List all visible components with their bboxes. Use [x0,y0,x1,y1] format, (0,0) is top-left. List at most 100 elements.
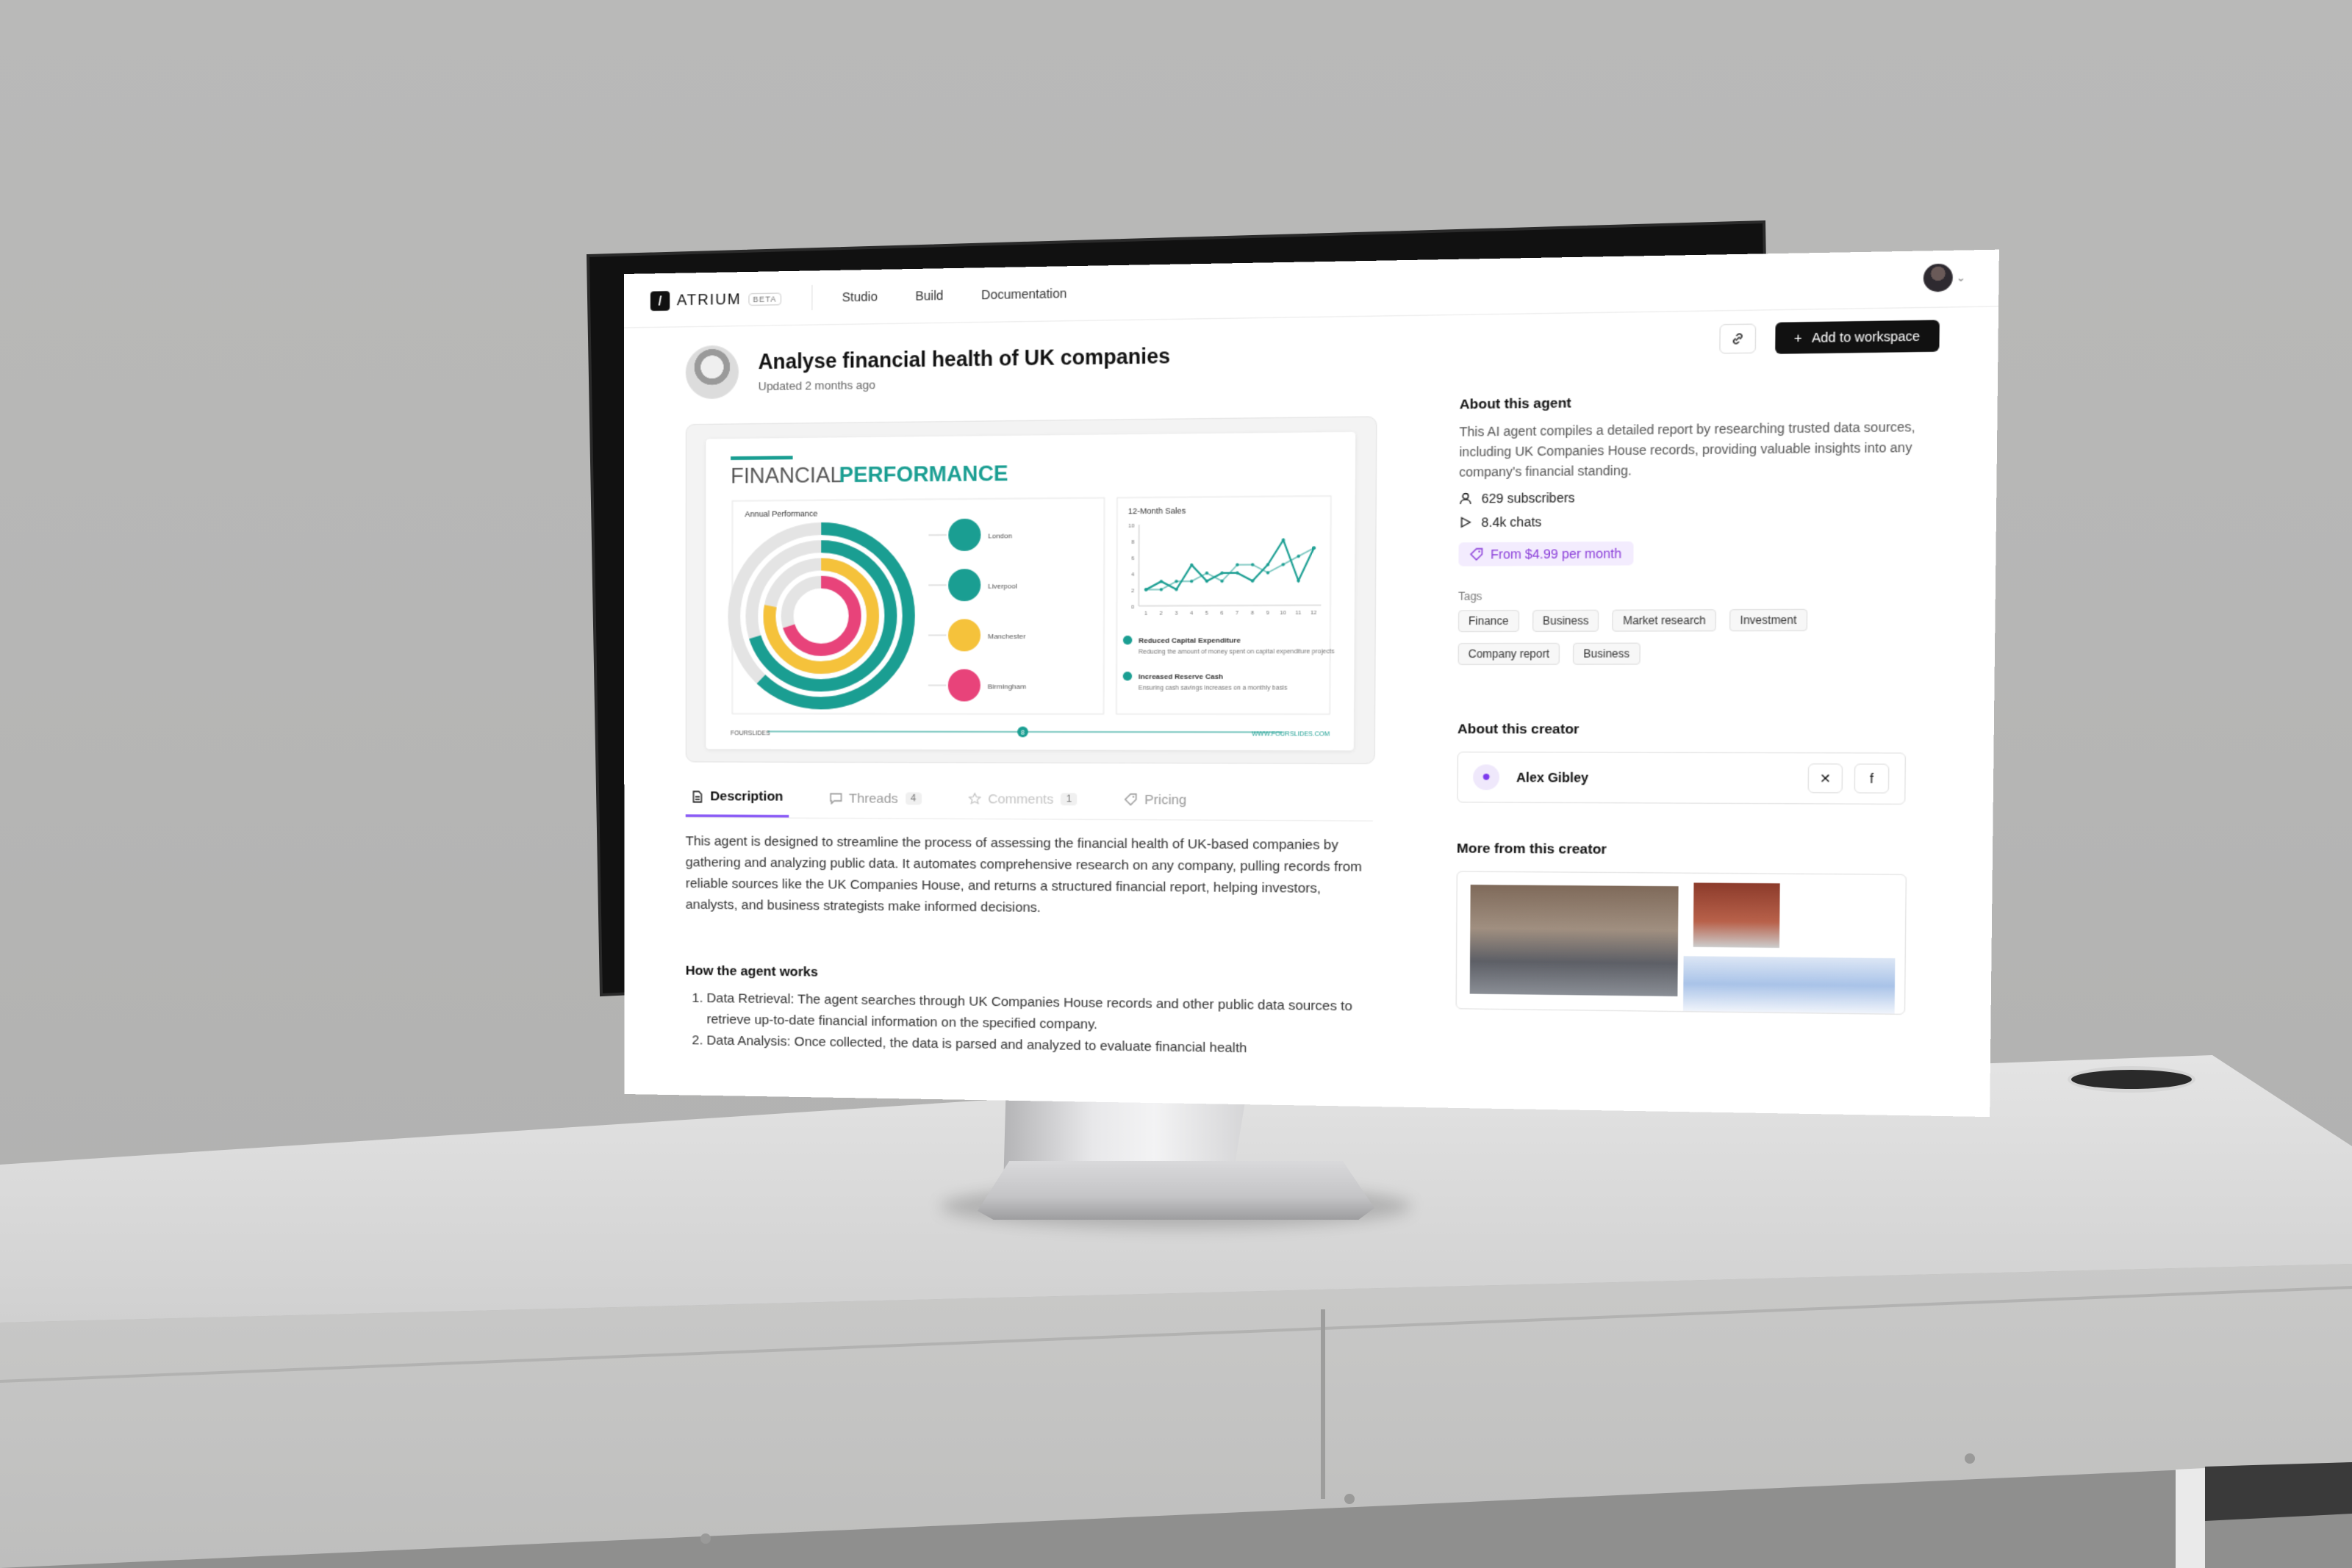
x-tick: 3 [1175,610,1177,616]
agent-page: Analyse financial health of UK companies… [624,306,1998,1117]
x-tick: 8 [1251,610,1254,616]
y-tick: 8 [1131,539,1134,545]
footer-brand: FOURSLIDES [731,729,770,736]
sales-point [1220,571,1224,575]
check1-body: Reducing the amount of money spent on ca… [1139,647,1335,655]
plus-icon: + [1793,330,1802,346]
y-tick: 0 [1131,604,1134,610]
x-tick: 4 [1190,610,1193,616]
add-to-workspace-button[interactable]: + Add to workspace [1774,320,1940,354]
sales-point [1175,588,1178,591]
chevron-down-icon: ⌄ [1956,272,1966,284]
tab-description[interactable]: Description [685,778,789,818]
city-label: Liverpool [988,583,1017,591]
user-icon [1459,492,1472,506]
subscribers-count: 629 subscribers [1481,490,1575,506]
tab-pricing-label: Pricing [1144,791,1187,808]
facebook-icon: f [1869,771,1874,786]
play-icon [1459,516,1472,529]
tag-finance[interactable]: Finance [1458,610,1519,633]
tab-pricing[interactable]: Pricing [1119,780,1192,819]
about-agent-title: About this agent [1459,395,1571,413]
app-logo[interactable]: / ATRIUM BETA [650,289,781,312]
infographic: FINANCIAL PERFORMANCE Annual Performance… [706,431,1356,751]
subscribers-stat: 629 subscribers [1459,487,1938,506]
agent-sidebar: About this agent This AI agent compiles … [1455,391,1938,1015]
infographic-title-a: FINANCIAL [731,464,842,489]
sales-point [1205,579,1209,583]
tag-business[interactable]: Business [1532,609,1599,632]
city-label: Manchester [988,633,1025,641]
check2-title: Increased Reserve Cash [1139,673,1224,681]
tag-company-report[interactable]: Company report [1458,642,1560,665]
sales-point [1220,579,1224,583]
chats-count: 8.4k chats [1481,514,1542,530]
sales-point [1159,580,1164,583]
more-from-creator-title: More from this creator [1456,841,1607,857]
sales-point [1266,571,1270,575]
city-icon [947,669,980,702]
x-tick: 6 [1220,610,1223,616]
x-tick: 2 [1160,611,1163,616]
sales-point [1144,588,1148,591]
x-tick: 9 [1266,610,1269,616]
atrium-logo-icon: / [650,291,670,312]
annual-panel-title: Annual Performance [745,509,817,519]
y-tick: 10 [1128,523,1134,529]
agent-actions: + Add to workspace [1718,320,1940,354]
x-tick: 1 [1144,611,1147,616]
y-tick: 6 [1131,555,1134,561]
creator-card[interactable]: ● Alex Gibley ✕ f [1457,751,1907,805]
check1-title: Reduced Capital Expenditure [1139,636,1241,645]
more-thumbnail-map[interactable] [1682,956,1896,1014]
price-tag-icon [1470,548,1483,561]
tag-market-research[interactable]: Market research [1612,609,1717,632]
x-icon: ✕ [1819,770,1832,785]
more-from-creator-card[interactable] [1455,871,1907,1015]
chat-icon [829,792,842,805]
nav-links: Studio Build Documentation [842,286,1067,304]
sales-point [1189,579,1194,583]
threads-count: 4 [905,792,922,805]
tag-investment[interactable]: Investment [1729,608,1807,632]
nav-link-build[interactable]: Build [915,288,943,303]
facebook-social-button[interactable]: f [1854,763,1890,794]
x-tick: 12 [1311,610,1316,616]
sales-point [1297,579,1300,583]
chats-stat: 8.4k chats [1459,511,1938,530]
tag-icon [1125,793,1137,805]
nav-link-studio[interactable]: Studio [842,289,878,304]
city-icon [948,569,981,602]
tag-list: Finance Business Market research Investm… [1458,608,1897,665]
comments-count: 1 [1061,793,1078,806]
agent-description: This agent is designed to streamline the… [685,833,1362,916]
x-social-button[interactable]: ✕ [1807,763,1843,794]
creator-avatar-icon: ● [1473,764,1500,791]
agent-preview-image[interactable]: FINANCIAL PERFORMANCE Annual Performance… [685,416,1377,765]
agent-avatar [685,345,739,400]
about-creator-title: About this creator [1457,721,1580,738]
agent-title: Analyse financial health of UK companies [758,344,1171,374]
add-to-workspace-label: Add to workspace [1811,328,1921,345]
tab-comments[interactable]: Comments 1 [963,779,1083,819]
financial-performance-infographic: FINANCIAL PERFORMANCE Annual Performance… [706,456,1335,738]
user-menu-button[interactable]: ⌄ [1923,263,1965,292]
city-label: Birmingham [988,683,1027,691]
more-thumbnail-building[interactable] [1693,882,1780,949]
nav-link-documentation[interactable]: Documentation [981,286,1066,302]
tag-business-2[interactable]: Business [1572,642,1641,665]
more-thumbnail-street[interactable] [1469,885,1679,996]
x-tick: 7 [1236,610,1238,616]
user-avatar [1923,263,1953,292]
tab-threads[interactable]: Threads 4 [824,779,927,819]
page-number: 8 [1021,728,1025,736]
price-badge[interactable]: From $4.99 per month [1458,541,1633,567]
x-tick: 11 [1295,610,1301,616]
about-agent-text: This AI agent compiles a detailed report… [1459,419,1915,480]
check2-icon [1122,672,1133,681]
desk-grommet [2071,1070,2192,1089]
y-tick: 2 [1131,588,1134,594]
copy-link-button[interactable] [1718,323,1756,354]
monitor-stand-base [978,1161,1374,1220]
app-name: ATRIUM [676,290,742,309]
